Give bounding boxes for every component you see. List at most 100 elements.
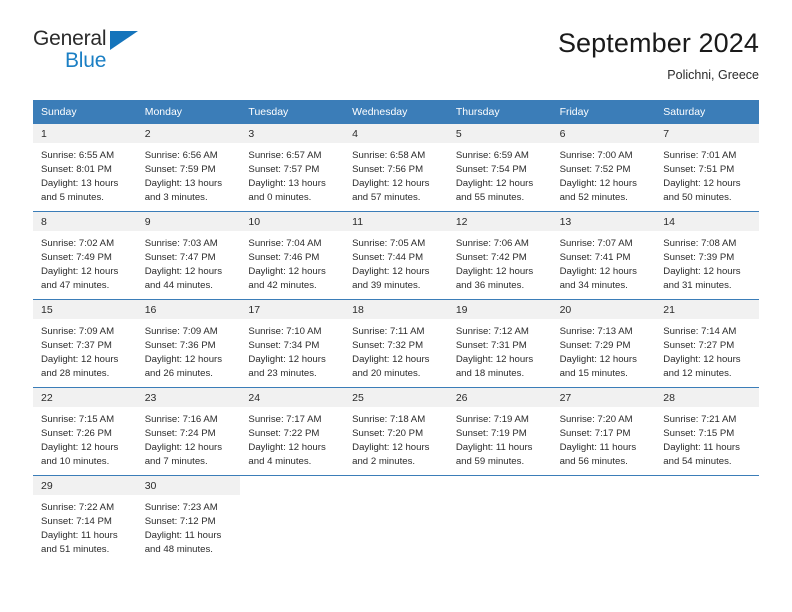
daylight-text-line1: Daylight: 12 hours [41, 354, 119, 366]
calendar-day-cell[interactable]: 12 Sunrise: 7:06 AM Sunset: 7:42 PM Dayligh… [447, 211, 552, 299]
calendar-day-cell[interactable]: 29 Sunrise: 7:22 AM Sunset: 7:14 PM Dayligh… [33, 475, 137, 563]
sunset-text: Sunset: 7:31 PM [455, 339, 527, 351]
sunset-text: Sunset: 7:27 PM [663, 339, 735, 351]
calendar-day-cell[interactable]: 18 Sunrise: 7:11 AM Sunset: 7:32 PM Dayligh… [344, 299, 448, 387]
calendar-day-cell[interactable]: 27 Sunrise: 7:20 AM Sunset: 7:17 PM Dayligh… [551, 387, 656, 475]
day-number: 10 [240, 211, 345, 231]
sunset-text: Sunset: 7:26 PM [41, 427, 112, 439]
day-sun-info: Sunrise: 7:19 AM Sunset: 7:19 PM Daylight:… [448, 407, 552, 470]
calendar-page: General Blue September 2024 Polichni, Gr… [0, 0, 792, 612]
calendar-day-cell[interactable]: 1 Sunrise: 6:55 AM Sunset: 8:01 PM Daylight… [33, 123, 137, 211]
day-number: 15 [33, 299, 137, 319]
sunrise-text: Sunrise: 7:04 AM [248, 237, 322, 249]
day-sun-info: Sunrise: 7:21 AM Sunset: 7:15 PM Daylight:… [655, 407, 759, 470]
location-subtitle: Polichni, Greece [667, 67, 759, 82]
day-sun-info: Sunrise: 7:18 AM Sunset: 7:20 PM Daylight:… [344, 407, 448, 470]
day-sun-info: Sunrise: 7:01 AM Sunset: 7:51 PM Daylight:… [655, 143, 759, 206]
sunrise-text: Sunrise: 6:56 AM [144, 149, 218, 161]
day-number: 3 [240, 123, 345, 143]
calendar-day-cell-empty [655, 475, 759, 563]
daylight-text-line1: Daylight: 12 hours [455, 266, 534, 278]
daylight-text-line2: and 52 minutes. [559, 192, 628, 204]
general-blue-logo[interactable]: General Blue [33, 27, 148, 75]
calendar-day-cell[interactable]: 10 Sunrise: 7:04 AM Sunset: 7:46 PM Dayligh… [240, 211, 345, 299]
day-number: 1 [33, 123, 137, 143]
sunset-text: Sunset: 7:42 PM [455, 251, 527, 263]
daylight-text-line2: and 54 minutes. [663, 456, 732, 468]
calendar-day-cell[interactable]: 19 Sunrise: 7:12 AM Sunset: 7:31 PM Dayligh… [447, 299, 552, 387]
daylight-text-line1: Daylight: 12 hours [41, 442, 119, 454]
logo-text-blue: Blue [65, 49, 107, 72]
day-sun-info: Sunrise: 7:20 AM Sunset: 7:17 PM Daylight:… [552, 407, 656, 470]
day-sun-info: Sunrise: 7:11 AM Sunset: 7:32 PM Daylight:… [344, 319, 448, 382]
calendar-day-cell[interactable]: 8 Sunrise: 7:02 AM Sunset: 7:49 PM Daylight… [33, 211, 137, 299]
calendar-day-cell[interactable]: 16 Sunrise: 7:09 AM Sunset: 7:36 PM Dayligh… [136, 299, 241, 387]
sunrise-text: Sunrise: 6:59 AM [455, 149, 529, 161]
page-title: September 2024 [557, 28, 759, 58]
day-number: 30 [136, 475, 241, 495]
daylight-text-line1: Daylight: 12 hours [352, 178, 430, 190]
sunrise-text: Sunrise: 7:07 AM [559, 237, 633, 249]
calendar-day-cell[interactable]: 14 Sunrise: 7:08 AM Sunset: 7:39 PM Dayligh… [655, 211, 759, 299]
day-sun-info: Sunrise: 7:09 AM Sunset: 7:37 PM Daylight:… [33, 319, 137, 382]
calendar-day-cell[interactable]: 20 Sunrise: 7:13 AM Sunset: 7:29 PM Dayligh… [551, 299, 656, 387]
day-sun-info: Sunrise: 7:22 AM Sunset: 7:14 PM Daylight:… [33, 495, 137, 558]
day-number: 7 [655, 123, 759, 143]
daylight-text-line2: and 34 minutes. [559, 280, 628, 292]
day-number: 17 [240, 299, 345, 319]
calendar-day-cell[interactable]: 22 Sunrise: 7:15 AM Sunset: 7:26 PM Dayligh… [33, 387, 137, 475]
calendar-day-cell[interactable]: 26 Sunrise: 7:19 AM Sunset: 7:19 PM Dayligh… [447, 387, 552, 475]
calendar-day-cell[interactable]: 13 Sunrise: 7:07 AM Sunset: 7:41 PM Dayligh… [551, 211, 656, 299]
day-sun-info [448, 495, 552, 501]
day-number [344, 475, 448, 495]
calendar-day-cell[interactable]: 6 Sunrise: 7:00 AM Sunset: 7:52 PM Daylight… [551, 123, 656, 211]
day-number: 27 [551, 387, 656, 407]
calendar-day-cell[interactable]: 24 Sunrise: 7:17 AM Sunset: 7:22 PM Dayligh… [240, 387, 345, 475]
calendar-day-cell[interactable]: 2 Sunrise: 6:56 AM Sunset: 7:59 PM Daylight… [136, 123, 241, 211]
day-sun-info: Sunrise: 6:55 AM Sunset: 8:01 PM Daylight:… [33, 143, 137, 206]
calendar-day-cell[interactable]: 9 Sunrise: 7:03 AM Sunset: 7:47 PM Daylight… [136, 211, 241, 299]
sunrise-text: Sunrise: 7:01 AM [663, 149, 737, 161]
daylight-text-line1: Daylight: 12 hours [248, 266, 326, 278]
calendar-day-cell[interactable]: 30 Sunrise: 7:23 AM Sunset: 7:12 PM Dayligh… [136, 475, 241, 563]
daylight-text-line1: Daylight: 12 hours [144, 354, 223, 366]
sunset-text: Sunset: 7:41 PM [559, 251, 631, 263]
daylight-text-line2: and 12 minutes. [663, 368, 732, 380]
calendar-day-cell[interactable]: 5 Sunrise: 6:59 AM Sunset: 7:54 PM Daylight… [447, 123, 552, 211]
day-sun-info: Sunrise: 7:08 AM Sunset: 7:39 PM Daylight:… [655, 231, 759, 294]
daylight-text-line1: Daylight: 12 hours [559, 266, 637, 278]
daylight-text-line2: and 7 minutes. [144, 456, 208, 468]
day-sun-info: Sunrise: 7:00 AM Sunset: 7:52 PM Daylight:… [552, 143, 656, 206]
day-number [447, 475, 552, 495]
weekday-wednesday: Wednesday [352, 105, 408, 118]
logo-text-general: General [33, 27, 107, 50]
day-number: 20 [551, 299, 656, 319]
calendar-day-cell[interactable]: 4 Sunrise: 6:58 AM Sunset: 7:56 PM Daylight… [344, 123, 448, 211]
daylight-text-line2: and 4 minutes. [248, 456, 312, 468]
title-block: September 2024 Polichni, Greece [557, 27, 759, 82]
day-sun-info: Sunrise: 6:56 AM Sunset: 7:59 PM Daylight:… [137, 143, 241, 206]
sunset-text: Sunset: 7:32 PM [352, 339, 424, 351]
calendar-day-cell[interactable]: 11 Sunrise: 7:05 AM Sunset: 7:44 PM Dayligh… [344, 211, 448, 299]
calendar-day-cell[interactable]: 23 Sunrise: 7:16 AM Sunset: 7:24 PM Dayligh… [136, 387, 241, 475]
calendar-day-cell[interactable]: 3 Sunrise: 6:57 AM Sunset: 7:57 PM Daylight… [240, 123, 345, 211]
sunset-text: Sunset: 7:39 PM [663, 251, 735, 263]
sunrise-text: Sunrise: 7:13 AM [559, 325, 633, 337]
daylight-text-line1: Daylight: 12 hours [455, 354, 534, 366]
daylight-text-line1: Daylight: 12 hours [352, 354, 430, 366]
calendar-day-cell[interactable]: 28 Sunrise: 7:21 AM Sunset: 7:15 PM Dayligh… [655, 387, 759, 475]
calendar-day-cell[interactable]: 15 Sunrise: 7:09 AM Sunset: 7:37 PM Dayligh… [33, 299, 137, 387]
daylight-text-line2: and 42 minutes. [248, 280, 317, 292]
calendar-day-cell[interactable]: 17 Sunrise: 7:10 AM Sunset: 7:34 PM Dayligh… [240, 299, 345, 387]
day-number: 22 [33, 387, 137, 407]
day-number: 12 [447, 211, 552, 231]
sunrise-text: Sunrise: 7:23 AM [144, 501, 218, 513]
calendar-day-cell[interactable]: 7 Sunrise: 7:01 AM Sunset: 7:51 PM Daylight… [655, 123, 759, 211]
daylight-text-line2: and 36 minutes. [455, 280, 525, 292]
calendar-day-cell[interactable]: 25 Sunrise: 7:18 AM Sunset: 7:20 PM Dayligh… [344, 387, 448, 475]
day-number: 28 [655, 387, 759, 407]
calendar-day-cell[interactable]: 21 Sunrise: 7:14 AM Sunset: 7:27 PM Dayligh… [655, 299, 759, 387]
calendar-grid: Sunday Monday Tuesday Wednesday Thursday… [33, 99, 759, 563]
sunset-text: Sunset: 7:17 PM [559, 427, 631, 439]
daylight-text-line1: Daylight: 12 hours [559, 178, 637, 190]
